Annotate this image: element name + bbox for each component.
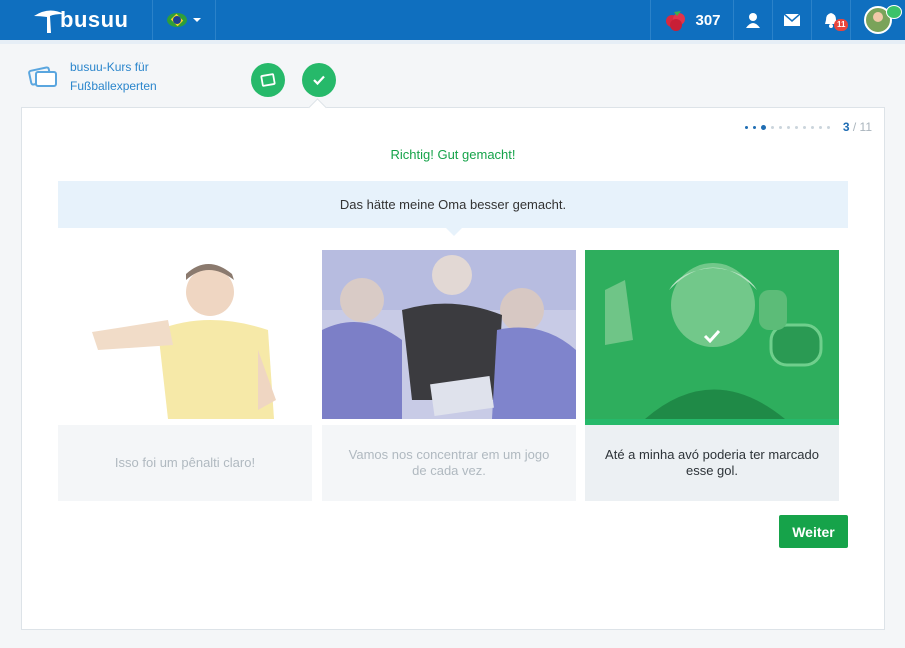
account-menu[interactable] [850, 0, 905, 40]
progress-dot [818, 125, 822, 129]
user-icon [746, 13, 760, 28]
referee-whistle-photo [58, 250, 312, 419]
course-header: busuu-Kurs für Fußballexperten [28, 58, 190, 96]
option-caption: Isso foi um pênalti claro! [58, 425, 312, 501]
exercise-prompt: Das hätte meine Oma besser gemacht. [58, 181, 848, 228]
language-selector[interactable] [152, 0, 216, 40]
progress-dot [802, 125, 806, 129]
answer-option-2[interactable]: Vamos nos concentrar em um jogo de cada … [322, 250, 576, 501]
header-actions: 307 11 [650, 0, 905, 40]
chevron-down-icon [193, 18, 201, 22]
progress-dot [810, 125, 814, 129]
option-caption: Vamos nos concentrar em um jogo de cada … [322, 425, 576, 501]
progress-counter: 3 / 11 [843, 120, 872, 134]
brazil-flag-icon [167, 13, 187, 27]
top-navigation-bar: busuu 307 11 [0, 0, 905, 44]
progress-dot [786, 125, 790, 129]
team-huddle-photo [322, 250, 576, 419]
step-vocabulary[interactable] [251, 63, 285, 97]
selected-check-icon [703, 329, 721, 343]
notification-badge: 11 [834, 19, 849, 31]
exercise-progress: 3 / 11 [744, 120, 872, 134]
grandmother-dumbbell-photo [585, 250, 839, 419]
progress-dot [770, 125, 774, 129]
chat-bubble-icon [886, 5, 902, 19]
progress-dot [760, 124, 766, 130]
progress-dot [744, 125, 748, 129]
busuu-logo[interactable]: busuu [32, 4, 129, 36]
option-caption: Até a minha avó poderia ter marcado esse… [585, 425, 839, 501]
prompt-pointer [446, 228, 462, 236]
berries-counter[interactable]: 307 [650, 0, 733, 40]
step-quiz-completed[interactable] [302, 63, 336, 97]
progress-dot [826, 125, 830, 129]
progress-dot [752, 125, 756, 129]
logo-text: busuu [60, 7, 129, 32]
flashcard-icon [260, 73, 276, 87]
messages-button[interactable] [772, 0, 811, 40]
answer-option-3-selected[interactable]: Até a minha avó poderia ter marcado esse… [585, 250, 839, 501]
progress-dots [744, 124, 830, 130]
checkmark-icon [313, 75, 325, 86]
berries-count: 307 [695, 11, 721, 29]
progress-dot [794, 125, 798, 129]
raspberry-icon [666, 11, 686, 31]
course-title-link[interactable]: busuu-Kurs für Fußballexperten [70, 58, 190, 96]
mail-icon [784, 14, 800, 26]
progress-current: 3 [842, 120, 850, 134]
progress-dot [778, 125, 782, 129]
answer-option-1[interactable]: Isso foi um pênalti claro! [58, 250, 312, 501]
exercise-card: 3 / 11 Richtig! Gut gemacht! Das hätte m… [21, 107, 885, 630]
course-cards-icon [28, 66, 57, 87]
profile-button[interactable] [733, 0, 772, 40]
continue-button[interactable]: Weiter [779, 515, 848, 548]
feedback-message: Richtig! Gut gemacht! [390, 147, 516, 162]
notifications-button[interactable]: 11 [811, 0, 850, 40]
progress-total: / 11 [852, 120, 872, 134]
